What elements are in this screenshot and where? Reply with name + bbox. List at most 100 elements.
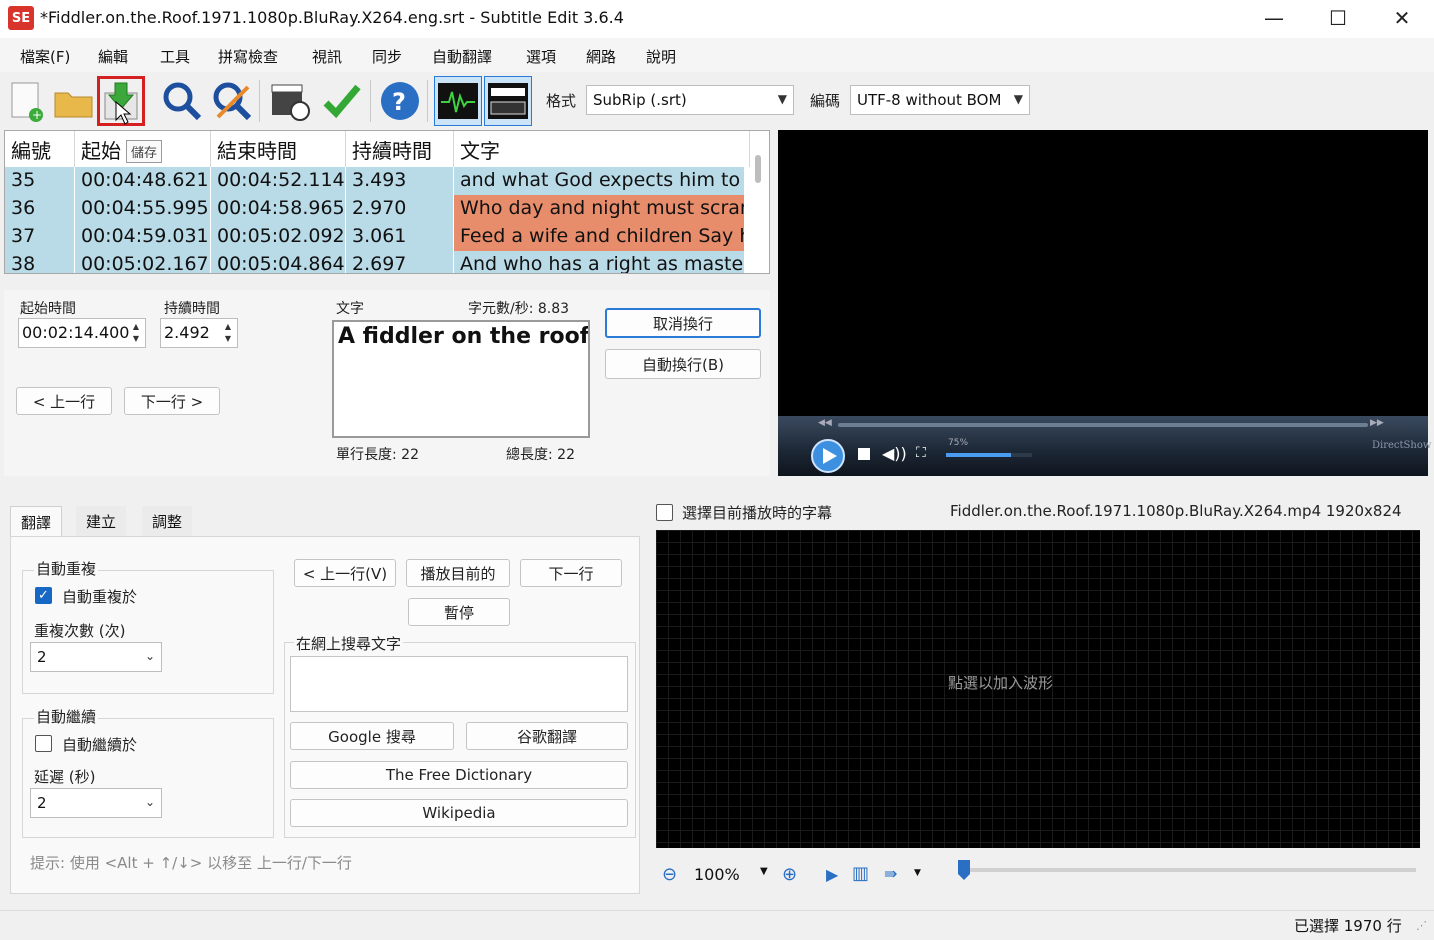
- spin-updown-icon[interactable]: ▲ ▼: [220, 321, 236, 345]
- play-icon[interactable]: [810, 438, 846, 474]
- replace-button[interactable]: [208, 76, 256, 126]
- zoom-value[interactable]: 100%: [694, 865, 740, 884]
- menu-auto-translate[interactable]: 自動翻譯: [432, 46, 492, 67]
- zoom-in-icon[interactable]: ⊕: [782, 864, 797, 885]
- free-dictionary-button[interactable]: The Free Dictionary: [290, 761, 628, 789]
- subtitle-text-editor[interactable]: A fiddler on the roof.: [332, 320, 590, 438]
- fast-forward-icon[interactable]: ▶▶: [1370, 418, 1384, 428]
- bottom-prev-button[interactable]: < 上一行(V): [294, 559, 396, 587]
- navigation-hint: 提示: 使用 <Alt + ↑/↓> 以移至 上一行/下一行: [30, 854, 352, 872]
- menu-options[interactable]: 選項: [526, 46, 556, 67]
- volume-icon[interactable]: ◀)): [882, 444, 907, 463]
- chevron-down-icon: ⌄: [144, 649, 155, 663]
- table-row[interactable]: 37 00:04:59.031 00:05:02.092 3.061 Feed …: [5, 223, 745, 251]
- column-header-duration[interactable]: 持續時間: [346, 131, 454, 167]
- repeat-count-label: 重複次數 (次): [34, 622, 126, 640]
- stop-icon[interactable]: [858, 448, 870, 460]
- auto-continue-group-label: 自動繼續: [34, 706, 99, 727]
- toggle-video-button[interactable]: [484, 76, 532, 126]
- column-header-text[interactable]: 文字: [454, 131, 750, 167]
- fullscreen-icon[interactable]: ⛶: [916, 445, 926, 461]
- chars-per-second: 字元數/秒: 8.83: [468, 301, 570, 317]
- menu-video[interactable]: 視訊: [312, 46, 342, 67]
- cell-text: Who day and night must scramb: [454, 195, 745, 223]
- auto-break-button[interactable]: 自動換行(B): [605, 349, 761, 379]
- format-select[interactable]: SubRip (.srt) ▼: [586, 85, 794, 115]
- auto-repeat-group-label: 自動重複: [34, 558, 99, 579]
- open-file-button[interactable]: [50, 76, 98, 126]
- cell-duration: 3.493: [346, 167, 454, 195]
- menu-spellcheck[interactable]: 拼寫檢查: [218, 46, 278, 67]
- zoom-out-icon[interactable]: ⊖: [662, 864, 677, 885]
- auto-repeat-checkbox[interactable]: ✓: [35, 587, 52, 604]
- delay-select[interactable]: 2 ⌄: [30, 788, 162, 818]
- options-dropdown-icon[interactable]: ▼: [914, 868, 921, 878]
- repeat-count-value: 2: [37, 648, 47, 666]
- pause-button[interactable]: 暫停: [408, 598, 510, 626]
- toggle-waveform-button[interactable]: [434, 76, 482, 126]
- cell-start: 00:04:48.621: [75, 167, 211, 195]
- grid-scrollbar-thumb[interactable]: [755, 155, 761, 183]
- double-arrow-icon[interactable]: ⇛: [884, 864, 897, 883]
- next-line-button[interactable]: 下一行 >: [124, 387, 220, 415]
- menu-network[interactable]: 網路: [586, 46, 616, 67]
- spin-updown-icon[interactable]: ▲ ▼: [128, 321, 144, 345]
- column-header-end[interactable]: 結束時間: [211, 131, 346, 167]
- find-button[interactable]: [158, 76, 206, 126]
- volume-slider[interactable]: [946, 453, 1032, 457]
- table-row[interactable]: 38 00:05:02.167 00:05:04.864 2.697 And w…: [5, 251, 745, 273]
- waveform-position-slider[interactable]: [958, 860, 970, 880]
- columns-icon[interactable]: ▥: [852, 863, 869, 884]
- encoding-select[interactable]: UTF-8 without BOM ▼: [850, 85, 1030, 115]
- cell-number: 35: [5, 167, 75, 195]
- zoom-dropdown-icon[interactable]: ▼: [760, 866, 768, 877]
- resize-grip-icon[interactable]: ⋰: [1416, 919, 1427, 932]
- tab-adjust[interactable]: 調整: [142, 506, 193, 536]
- menu-tools[interactable]: 工具: [160, 46, 190, 67]
- table-row[interactable]: 36 00:04:55.995 00:04:58.965 2.970 Who d…: [5, 195, 745, 223]
- menu-edit[interactable]: 編輯: [98, 46, 128, 67]
- play-waveform-icon[interactable]: ▶: [826, 865, 838, 884]
- auto-continue-checkbox[interactable]: [35, 735, 52, 752]
- help-button[interactable]: ?: [376, 76, 424, 126]
- subtitle-grid[interactable]: 編號 起始 結束時間 持續時間 文字 35 00:04:48.621 00:04…: [4, 130, 770, 274]
- table-row[interactable]: 35 00:04:48.621 00:04:52.114 3.493 and w…: [5, 167, 745, 195]
- rewind-icon[interactable]: ◀◀: [818, 418, 832, 428]
- play-current-button[interactable]: 播放目前的: [406, 559, 510, 587]
- video-seek-bar[interactable]: [838, 423, 1368, 427]
- unbreak-button[interactable]: 取消換行: [605, 308, 761, 338]
- select-current-subtitle-checkbox[interactable]: [656, 504, 673, 521]
- text-label: 文字: [336, 301, 364, 317]
- format-value: SubRip (.srt): [593, 91, 687, 109]
- bottom-next-button[interactable]: 下一行: [520, 559, 622, 587]
- google-translate-button[interactable]: 谷歌翻譯: [466, 722, 628, 750]
- maximize-button[interactable]: ☐: [1306, 0, 1370, 36]
- wikipedia-button[interactable]: Wikipedia: [290, 799, 628, 827]
- tab-create[interactable]: 建立: [76, 506, 127, 536]
- delay-value: 2: [37, 794, 47, 812]
- encoding-value: UTF-8 without BOM: [857, 91, 1002, 109]
- repeat-count-select[interactable]: 2 ⌄: [30, 642, 162, 672]
- replace-icon: [213, 82, 252, 121]
- clapper-clock-icon: [271, 84, 310, 121]
- google-search-button[interactable]: Google 搜尋: [290, 722, 454, 750]
- new-file-button[interactable]: +: [2, 76, 50, 126]
- menu-help[interactable]: 說明: [646, 46, 676, 67]
- duration-input[interactable]: 2.492 ▲ ▼: [160, 318, 238, 348]
- help-icon: ?: [381, 82, 419, 120]
- waveform-position-track[interactable]: [960, 868, 1416, 872]
- menu-file[interactable]: 檔案(F): [20, 46, 70, 67]
- web-search-input[interactable]: [290, 656, 628, 712]
- visual-sync-button[interactable]: [266, 76, 314, 126]
- prev-line-button[interactable]: < 上一行: [16, 387, 112, 415]
- column-header-number[interactable]: 編號: [5, 131, 75, 167]
- minimize-button[interactable]: —: [1242, 0, 1306, 36]
- spell-check-button[interactable]: [318, 76, 366, 126]
- start-time-input[interactable]: 00:02:14.400 ▲ ▼: [18, 318, 146, 348]
- toolbar: + ? 格式 SubRip (.srt) ▼ 編碼 UTF-8 without B…: [0, 72, 1434, 128]
- tab-translate[interactable]: 翻譯: [10, 506, 63, 536]
- waveform-icon: [438, 83, 478, 119]
- toolbar-separator: [259, 80, 260, 122]
- menu-sync[interactable]: 同步: [372, 46, 402, 67]
- close-button[interactable]: ✕: [1370, 0, 1434, 36]
